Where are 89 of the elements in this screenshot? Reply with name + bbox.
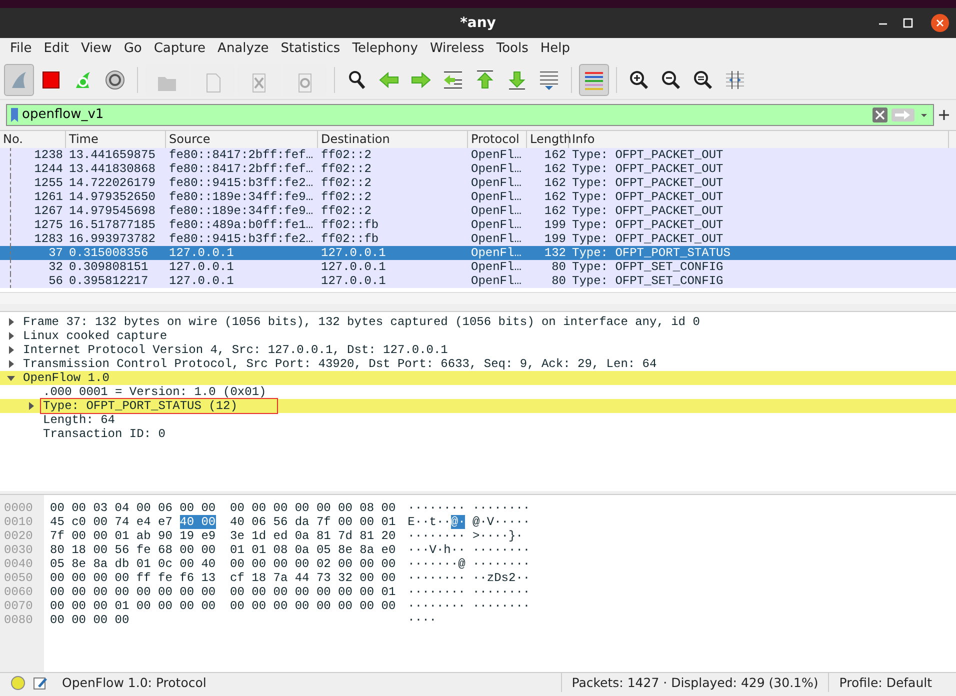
menu-item[interactable]: Telephony	[346, 38, 424, 60]
expand-arrow-icon[interactable]	[7, 360, 15, 368]
hex-bytes[interactable]: 00 00 00 00	[50, 613, 130, 627]
byte-offset: 0070	[3, 599, 34, 613]
menu-item[interactable]: File	[4, 38, 38, 60]
ascii-bytes[interactable]: ········ ··zDs2··	[408, 571, 530, 585]
status-field-info: OpenFlow 1.0: Protocol	[62, 674, 208, 692]
ascii-bytes[interactable]: ········ ········	[408, 599, 530, 613]
byte-offset: 0010	[3, 515, 34, 529]
arrow-down-icon[interactable]	[506, 68, 528, 90]
hex-bytes[interactable]: 80 18 00 56 fe 68 00 00 01 01 08 0a 05 8e 8a e0	[50, 543, 396, 557]
expand-arrow-icon[interactable]	[7, 374, 15, 382]
byte-offset: 0050	[3, 571, 34, 585]
expert-info-icon[interactable]	[10, 674, 26, 690]
packet-row[interactable]: 1283 16.993973782 fe80::9415:b3ff:fe2… ff02::fb OpenFl… 199 Type: OFPT_PACKET_OUT	[0, 232, 956, 246]
tree-item[interactable]: Frame 37: 132 bytes on wire (1056 bits), 132 bytes captured (1056 bits) on interface any, id 0	[21, 315, 702, 329]
hex-bytes[interactable]: 40 06 56 da 7f 00 00 01	[216, 515, 396, 529]
tree-item[interactable]: Transaction ID: 0	[41, 427, 168, 441]
menu-item[interactable]: Tools	[490, 38, 534, 60]
tree-item[interactable]: Internet Protocol Version 4, Src: 127.0.0.1, Dst: 127.0.0.1	[21, 343, 450, 357]
packet-row[interactable]: 1275 16.517877185 fe80::489a:b0ff:fe1… ff02::fb OpenFl… 199 Type: OFPT_PACKET_OUT	[0, 218, 956, 232]
edit-comment-icon[interactable]	[32, 674, 48, 690]
packet-row[interactable]: 1267 14.979545698 fe80::189e:34ff:fe9… ff02::2 OpenFl… 162 Type: OFPT_PACKET_OUT	[0, 204, 956, 218]
tree-item[interactable]: OpenFlow 1.0	[21, 371, 112, 385]
byte-offset: 0030	[3, 543, 34, 557]
search-icon[interactable]	[346, 68, 368, 90]
ascii-bytes[interactable]: E··t··	[408, 515, 451, 529]
arrow-up-icon[interactable]	[474, 68, 496, 90]
scroll-bottom-icon[interactable]	[538, 68, 560, 90]
expand-arrow-icon[interactable]	[27, 402, 35, 410]
display-filter-field[interactable]: openflow_v1	[22, 105, 869, 125]
hex-bytes[interactable]: 00 00 00 00 ff fe f6 13 cf 18 7a 44 73 32 00 00	[50, 571, 396, 585]
ascii-bytes[interactable]: ····	[408, 613, 436, 627]
display-filter-bar[interactable]: openflow_v1	[6, 104, 934, 126]
menu-item[interactable]: Statistics	[274, 38, 346, 60]
menu-item[interactable]: Analyze	[212, 38, 275, 60]
tree-item[interactable]: Length: 64	[41, 413, 118, 427]
window-title: *any	[460, 14, 496, 32]
add-filter-icon[interactable]	[938, 109, 950, 121]
hex-bytes[interactable]: 40 00	[180, 515, 216, 529]
ascii-bytes[interactable]: @·	[450, 515, 466, 529]
byte-offset: 0080	[3, 613, 34, 627]
ascii-bytes[interactable]: ···V·h·· ········	[408, 543, 530, 557]
zoom-in-icon[interactable]	[628, 68, 650, 90]
packet-row[interactable]: 1255 14.722026179 fe80::9415:b3ff:fe2… ff02::2 OpenFl… 162 Type: OFPT_PACKET_OUT	[0, 176, 956, 190]
zoom-reset-icon[interactable]	[692, 68, 714, 90]
menu-item[interactable]: Edit	[38, 38, 75, 60]
tree-item[interactable]: .000 0001 = Version: 1.0 (0x01)	[41, 385, 268, 399]
zoom-out-icon[interactable]	[660, 68, 682, 90]
resize-columns-icon[interactable]	[724, 68, 746, 90]
menu-item[interactable]: Go	[118, 38, 148, 60]
profile-label[interactable]: Profile: Default	[828, 673, 956, 692]
byte-offset: 0000	[3, 501, 34, 515]
packet-row[interactable]: 1261 14.979352650 fe80::189e:34ff:fe9… ff02::2 OpenFl… 162 Type: OFPT_PACKET_OUT	[0, 190, 956, 204]
gear-icon[interactable]	[104, 68, 126, 90]
hex-bytes[interactable]: 05 8e 8a db 01 0c 00 40 00 00 00 00 02 00 00 00	[50, 557, 396, 571]
go-to-packet-icon[interactable]	[442, 68, 464, 90]
clear-icon[interactable]	[872, 107, 888, 123]
ascii-bytes[interactable]: ········ >····}·	[408, 529, 530, 543]
packet-row[interactable]: 37 0.315008356 127.0.0.1 127.0.0.1 OpenFl… 132 Type: OFPT_PORT_STATUS	[0, 246, 956, 260]
packet-row[interactable]: 32 0.309808151 127.0.0.1 127.0.0.1 OpenFl… 80 Type: OFPT_SET_CONFIG	[0, 260, 956, 274]
menu-item[interactable]: Help	[534, 38, 576, 60]
tree-item[interactable]: Transmission Control Protocol, Src Port: 43920, Dst Port: 6633, Seq: 9, Ack: 29, Len: 64	[21, 357, 659, 371]
packet-row[interactable]: 1238 13.441659875 fe80::8417:2bff:fef… ff02::2 OpenFl… 162 Type: OFPT_PACKET_OUT	[0, 148, 956, 162]
bookmark-icon[interactable]	[10, 107, 19, 123]
tree-item[interactable]: Linux cooked capture	[21, 329, 170, 343]
packet-row[interactable]: 56 0.395812217 127.0.0.1 127.0.0.1 OpenFl… 80 Type: OFPT_SET_CONFIG	[0, 274, 956, 288]
ascii-bytes[interactable]: @·V·····	[465, 515, 530, 529]
byte-offset: 0020	[3, 529, 34, 543]
menu-item[interactable]: View	[74, 38, 118, 60]
hex-bytes[interactable]: 00 00 00 01 00 00 00 00 00 00 00 00 00 00 00 00	[50, 599, 396, 613]
menu-item[interactable]: Capture	[148, 38, 212, 60]
ascii-bytes[interactable]: ········ ········	[408, 501, 530, 515]
hex-bytes[interactable]: 00 00 03 04 00 06 00 00 00 00 00 00 00 00 08 00	[50, 501, 396, 515]
hex-bytes[interactable]: 45 c0 00 74 e4 e7	[50, 515, 180, 529]
byte-offset: 0040	[3, 557, 34, 571]
stop-icon[interactable]	[40, 68, 62, 90]
hex-bytes[interactable]: 7f 00 00 01 ab 90 19 e9 3e 1d ed 0a 81 7d 81 20	[50, 529, 396, 543]
close-icon[interactable]	[930, 13, 950, 33]
menu-item[interactable]: Wireless	[424, 38, 490, 60]
expand-arrow-icon[interactable]	[7, 332, 15, 340]
expand-arrow-icon[interactable]	[7, 346, 15, 354]
ascii-bytes[interactable]: ·······@ ········	[408, 557, 530, 571]
hex-bytes[interactable]: 00 00 00 00 00 00 00 00 00 00 00 00 00 00 00 01	[50, 585, 396, 599]
packet-count: Packets: 1427 · Displayed: 429 (30.1%)	[560, 673, 828, 692]
ascii-bytes[interactable]: ········ ········	[408, 585, 530, 599]
packet-row[interactable]: 1244 13.441830868 fe80::8417:2bff:fef… ff02::2 OpenFl… 162 Type: OFPT_PACKET_OUT	[0, 162, 956, 176]
byte-offset: 0060	[3, 585, 34, 599]
expand-arrow-icon[interactable]	[7, 318, 15, 326]
